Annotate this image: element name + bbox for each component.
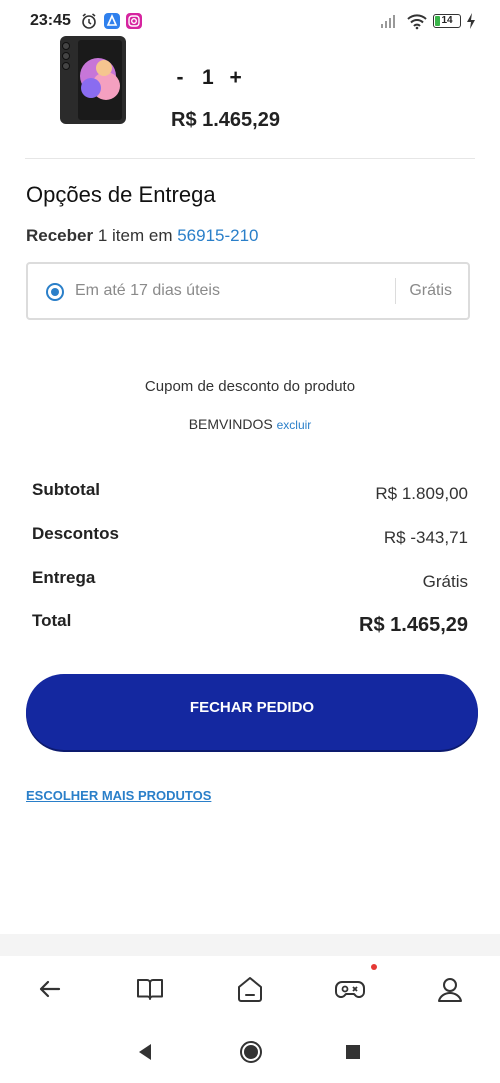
alarm-icon bbox=[82, 13, 96, 29]
delivery-option-label: Em até 17 dias úteis bbox=[75, 282, 220, 299]
subtotal-value: R$ 1.809,00 bbox=[375, 484, 468, 503]
coupon-code: BEMVINDOS bbox=[188, 416, 273, 432]
total-value: R$ 1.465,29 bbox=[359, 614, 468, 636]
total-label: Total bbox=[32, 611, 72, 630]
back-arrow-icon[interactable] bbox=[35, 974, 65, 1004]
checkout-button[interactable]: FECHAR PEDIDO bbox=[26, 674, 478, 750]
radio-selected-dot bbox=[51, 288, 59, 296]
delivery-option-price: Grátis bbox=[409, 282, 452, 299]
footer-band bbox=[0, 934, 500, 956]
battery-icon: 14 bbox=[433, 14, 461, 28]
continue-shopping-link[interactable]: ESCOLHER MAIS PRODUTOS bbox=[26, 788, 211, 803]
system-home-icon[interactable] bbox=[239, 1040, 263, 1064]
discount-value: R$ -343,71 bbox=[383, 528, 468, 547]
system-back-icon[interactable] bbox=[136, 1042, 154, 1062]
notification-dot bbox=[371, 964, 377, 970]
coupon-remove-link[interactable]: excluir bbox=[277, 418, 312, 432]
quantity-value: 1 bbox=[202, 66, 214, 89]
browser-app-icon bbox=[104, 13, 120, 29]
delivery-option-separator bbox=[395, 278, 396, 304]
subtotal-label: Subtotal bbox=[32, 480, 100, 499]
receive-prefix: Receber bbox=[26, 226, 94, 245]
charging-icon bbox=[467, 13, 475, 29]
delivery-section-title: Opções de Entrega bbox=[26, 182, 216, 207]
product-price: R$ 1.465,29 bbox=[171, 109, 280, 131]
receive-middle: 1 item em bbox=[97, 226, 173, 245]
quantity-increment-button[interactable]: + bbox=[226, 66, 246, 90]
profile-icon[interactable] bbox=[435, 974, 465, 1004]
product-image bbox=[60, 36, 126, 124]
delivery-option[interactable]: Em até 17 dias úteis Grátis bbox=[26, 262, 470, 320]
shipping-value: Grátis bbox=[422, 572, 468, 591]
system-recents-icon[interactable] bbox=[345, 1044, 361, 1060]
gamepad-icon[interactable] bbox=[334, 974, 366, 1004]
zip-code-link[interactable]: 56915-210 bbox=[177, 226, 258, 245]
quantity-stepper: - 1 + bbox=[170, 66, 246, 90]
shipping-label: Entrega bbox=[32, 568, 96, 587]
delivery-option-radio[interactable] bbox=[46, 283, 64, 301]
wifi-icon bbox=[407, 14, 427, 30]
quantity-decrement-button[interactable]: - bbox=[170, 66, 190, 90]
discount-label: Descontos bbox=[32, 524, 119, 543]
battery-fill bbox=[435, 16, 440, 26]
instagram-icon bbox=[126, 13, 142, 29]
battery-level: 14 bbox=[441, 15, 453, 26]
system-navigation bbox=[0, 1022, 500, 1083]
receive-info: Receber 1 item em 56915-210 bbox=[26, 226, 259, 246]
divider bbox=[25, 158, 475, 159]
signal-icon bbox=[381, 15, 395, 28]
home-icon[interactable] bbox=[235, 974, 265, 1004]
coupon-applied: BEMVINDOS excluir bbox=[0, 416, 500, 432]
bottom-navigation bbox=[0, 956, 500, 1023]
status-time: 23:45 bbox=[30, 12, 71, 29]
book-icon[interactable] bbox=[135, 974, 165, 1004]
coupon-title: Cupom de desconto do produto bbox=[144, 378, 356, 395]
